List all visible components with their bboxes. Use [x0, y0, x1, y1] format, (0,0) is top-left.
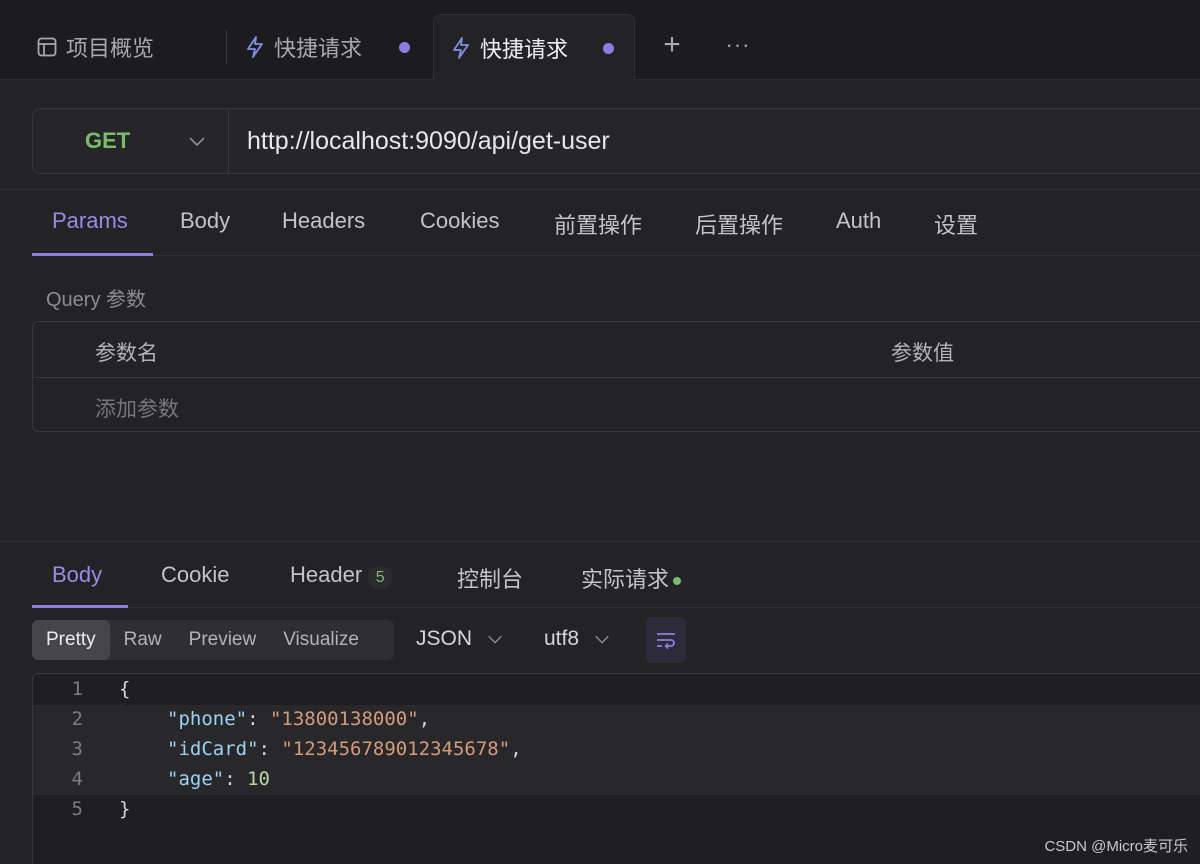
- tab-params[interactable]: Params: [52, 208, 128, 234]
- code-line: 1 {: [33, 675, 1200, 705]
- json-string: "13800138000": [269, 708, 419, 730]
- chevron-down-icon: [488, 635, 502, 644]
- header-count-badge: 5: [368, 566, 393, 590]
- encoding-select-value: utf8: [544, 627, 580, 650]
- wrap-icon: [657, 633, 675, 650]
- tab-label: 快捷请求: [274, 36, 363, 61]
- tab-settings[interactable]: 设置: [934, 208, 978, 240]
- tab-project-overview[interactable]: 项目概览: [36, 14, 226, 80]
- view-preview-button[interactable]: Preview: [176, 620, 270, 660]
- code-line: 5 }: [33, 795, 1200, 825]
- status-dot: [673, 577, 682, 586]
- code-text: "phone": "13800138000",: [167, 708, 431, 730]
- add-param-input[interactable]: 添加参数: [95, 393, 179, 423]
- format-select[interactable]: JSON: [416, 627, 504, 651]
- view-visualize-button[interactable]: Visualize: [269, 620, 373, 660]
- watermark: CSDN @Micro麦可乐: [1044, 838, 1188, 855]
- tab-quick-request-2[interactable]: 快捷请求: [433, 14, 635, 81]
- line-number: 2: [71, 708, 83, 730]
- tab-response-body[interactable]: Body: [52, 562, 102, 588]
- chevron-down-icon: [189, 137, 205, 147]
- tab-label: Header: [290, 562, 363, 587]
- tab-actual-request[interactable]: 实际请求: [581, 562, 682, 594]
- tab-post-operation[interactable]: 后置操作: [695, 208, 783, 240]
- tab-console[interactable]: 控制台: [457, 562, 523, 594]
- column-param-value: 参数值: [891, 342, 954, 365]
- view-pretty-button[interactable]: Pretty: [32, 620, 110, 660]
- tab-label: 项目概览: [66, 36, 155, 61]
- active-tab-indicator: [32, 605, 128, 608]
- line-number: 3: [71, 738, 83, 760]
- method-select[interactable]: GET: [33, 109, 229, 173]
- line-number: 1: [71, 678, 83, 700]
- code-text: "idCard": "123456789012345678",: [167, 738, 522, 760]
- code-line: 2 "phone": "13800138000",: [33, 705, 1200, 735]
- code-text: {: [119, 678, 131, 700]
- tab-body[interactable]: Body: [180, 208, 230, 234]
- word-wrap-button[interactable]: [646, 617, 686, 663]
- json-string: "123456789012345678": [281, 738, 511, 760]
- json-key: "phone": [167, 708, 248, 730]
- tab-response-header[interactable]: Header 5: [290, 562, 393, 590]
- request-tabs: Params Body Headers Cookies 前置操作 后置操作 Au…: [32, 190, 1200, 256]
- url-bar: GET: [32, 108, 1200, 174]
- active-tab-indicator: [32, 253, 153, 256]
- response-tabs: Body Cookie Header 5 控制台 实际请求: [32, 542, 1200, 608]
- tab-label: 实际请求: [581, 567, 670, 592]
- json-key: "idCard": [167, 738, 259, 760]
- response-body-editor[interactable]: 1 { 2 "phone": "13800138000", 3 "idCard"…: [32, 673, 1200, 864]
- tab-auth[interactable]: Auth: [836, 208, 881, 234]
- tab-bar: 项目概览 快捷请求 快捷请求 + ···: [0, 0, 1200, 81]
- line-number: 4: [71, 768, 83, 790]
- lightning-icon: [450, 37, 472, 59]
- view-raw-button[interactable]: Raw: [110, 620, 176, 660]
- tab-pre-operation[interactable]: 前置操作: [554, 208, 642, 240]
- code-text: }: [119, 798, 131, 820]
- view-mode-group: Pretty Raw Preview Visualize: [32, 620, 394, 660]
- line-number: 5: [71, 798, 83, 820]
- tab-quick-request-1[interactable]: 快捷请求: [230, 14, 430, 80]
- format-select-value: JSON: [416, 627, 473, 650]
- params-table: 参数名 参数值 添加参数: [32, 321, 1200, 432]
- json-number: 10: [247, 768, 270, 790]
- chevron-down-icon: [595, 635, 609, 644]
- layout-icon: [36, 36, 58, 58]
- unsaved-dot: [603, 43, 614, 54]
- tab-headers[interactable]: Headers: [282, 208, 365, 234]
- json-key: "age": [167, 768, 225, 790]
- tab-separator: [226, 30, 227, 64]
- json-comma: ,: [510, 738, 522, 760]
- params-table-header: 参数名 参数值: [33, 322, 1200, 378]
- code-line: 3 "idCard": "123456789012345678",: [33, 735, 1200, 765]
- unsaved-dot: [399, 42, 410, 53]
- tab-cookies[interactable]: Cookies: [420, 208, 499, 234]
- json-comma: ,: [418, 708, 431, 730]
- tab-response-cookie[interactable]: Cookie: [161, 562, 229, 588]
- url-input[interactable]: [229, 109, 1189, 173]
- tab-label: 快捷请求: [480, 37, 569, 62]
- code-line: 4 "age": 10: [33, 765, 1200, 795]
- encoding-select[interactable]: utf8: [544, 627, 611, 651]
- code-text: "age": 10: [167, 768, 270, 790]
- method-label: GET: [85, 128, 131, 153]
- add-tab-button[interactable]: +: [657, 30, 687, 60]
- query-params-label: Query 参数: [46, 289, 147, 311]
- column-param-name: 参数名: [95, 342, 158, 365]
- lightning-icon: [244, 36, 266, 58]
- more-icon[interactable]: ···: [722, 30, 754, 60]
